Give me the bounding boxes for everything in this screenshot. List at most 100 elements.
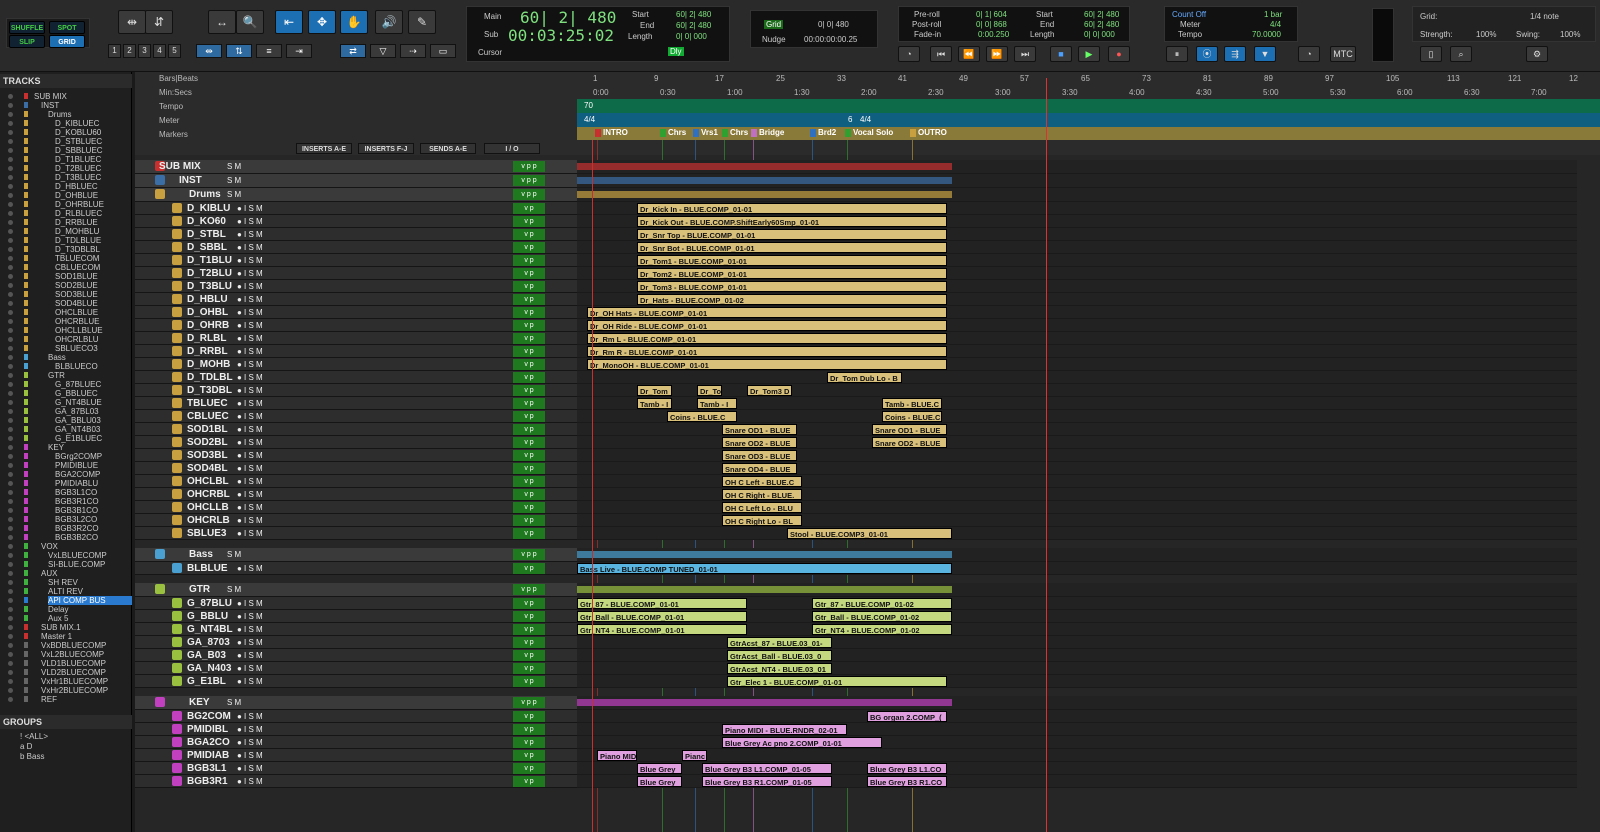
track-list-item[interactable]: VLD2BLUECOMP [41, 668, 106, 677]
track-list-item[interactable]: SH REV [48, 578, 78, 587]
track-visible-toggle[interactable] [8, 157, 13, 162]
go-to-end-icon[interactable]: ⏭ [1014, 46, 1036, 62]
io-volume-pan[interactable]: v p [513, 229, 545, 240]
play-icon[interactable]: ▶ [1078, 46, 1100, 62]
track-header[interactable]: D_TDLBL ● I S M v p [135, 371, 577, 384]
track-name[interactable]: G_NT4BL [187, 624, 233, 635]
track-name[interactable]: TBLUEC [187, 398, 228, 409]
track-name[interactable]: D_HBLU [187, 294, 228, 305]
grid-button[interactable]: GRID [49, 35, 85, 48]
fadein-label[interactable]: Fade-in [914, 30, 941, 39]
io-volume-pan[interactable]: v p [513, 359, 545, 370]
track-type-icon[interactable] [172, 637, 182, 647]
track-visible-toggle[interactable] [8, 697, 13, 702]
track-header[interactable]: D_HBLU ● I S M v p [135, 293, 577, 306]
track-list-item[interactable]: D_T2BLUEC [55, 164, 101, 173]
track-name[interactable]: SBLUE3 [187, 528, 226, 539]
io-volume-pan[interactable]: v p [513, 528, 545, 539]
track-list-item[interactable]: SUB MIX [34, 92, 67, 101]
track-type-icon[interactable] [172, 359, 182, 369]
fast-forward-icon[interactable]: ⏩ [986, 46, 1008, 62]
track-visible-toggle[interactable] [8, 265, 13, 270]
track-name[interactable]: OHCLLB [187, 502, 229, 513]
transport-start-value[interactable]: 60| 2| 480 [1084, 10, 1119, 19]
link-timeline-icon[interactable]: ⇹ [196, 44, 222, 58]
track-list-item[interactable]: BLBLUECO [55, 362, 98, 371]
audio-clip[interactable]: Gtr_Elec 1 - BLUE.COMP_01-01 [727, 676, 947, 687]
track-visible-toggle[interactable] [8, 175, 13, 180]
playhead[interactable] [1046, 78, 1047, 832]
track-list-item[interactable]: BGB3B2CO [55, 533, 98, 542]
meter-value-marker-1[interactable]: 4/4 [584, 115, 595, 124]
track-visible-toggle[interactable] [8, 112, 13, 117]
track-visible-toggle[interactable] [8, 274, 13, 279]
audio-clip[interactable]: Dr_Snr Bot - BLUE.COMP_01-01 [637, 242, 947, 253]
audio-clip[interactable]: Bass Live - BLUE.COMP TUNED_01-01 [577, 563, 952, 574]
track-header[interactable]: BGB3R1 ● I S M v p [135, 775, 577, 788]
folder-track-header[interactable]: Drums S M v p p [135, 188, 577, 202]
audio-clip[interactable]: Tamb - BLUE.C [882, 398, 942, 409]
track-visible-toggle[interactable] [8, 220, 13, 225]
track-type-icon[interactable] [172, 776, 182, 786]
audio-clip[interactable]: GtrAcst_Ball - BLUE.03_0 [727, 650, 832, 661]
solo-mute-buttons[interactable]: ● I S M [237, 438, 263, 447]
audio-clip[interactable]: Dr_MonoOH - BLUE.COMP_01-01 [587, 359, 947, 370]
io-volume-pan[interactable]: v p [513, 437, 545, 448]
io-header[interactable]: I / O [484, 143, 540, 154]
track-list-item[interactable]: D_KOBLU60 [55, 128, 101, 137]
return-to-zero-icon[interactable]: ⏮ [930, 46, 952, 62]
io-volume-pan[interactable]: v p [513, 502, 545, 513]
track-list-item[interactable]: G_NT4BLUE [55, 398, 102, 407]
solo-mute-buttons[interactable]: S M [227, 176, 241, 185]
track-name[interactable]: D_OHRB [187, 320, 229, 331]
track-name[interactable]: SOD3BL [187, 450, 228, 461]
track-visible-toggle[interactable] [8, 148, 13, 153]
io-volume-pan[interactable]: v p [513, 268, 545, 279]
track-header[interactable]: GA_8703 ● I S M v p [135, 636, 577, 649]
track-list-item[interactable]: BGB3R2CO [55, 524, 99, 533]
track-visible-toggle[interactable] [8, 616, 13, 621]
track-list-item[interactable]: BGrg2COMP [55, 452, 102, 461]
track-visible-toggle[interactable] [8, 328, 13, 333]
countoff-label[interactable]: Count Off [1172, 10, 1206, 19]
io-volume-pan[interactable]: v p p [513, 161, 545, 172]
main-counter-value[interactable]: 60| 2| 480 [520, 8, 616, 27]
marker-chrs[interactable]: Chrs [722, 126, 748, 139]
solo-mute-buttons[interactable]: ● I S M [237, 412, 263, 421]
track-name[interactable]: D_MOHB [187, 359, 230, 370]
track-list-item[interactable]: GTR [48, 371, 65, 380]
folder-track-header[interactable]: GTR S M v p p [135, 583, 577, 597]
track-list-item[interactable]: VOX [41, 542, 58, 551]
track-list-item[interactable]: G_BBLUEC [55, 389, 98, 398]
track-name[interactable]: BGA2CO [187, 737, 230, 748]
track-name[interactable]: D_T2BLU [187, 268, 232, 279]
solo-mute-buttons[interactable]: S M [227, 698, 241, 707]
marker-brd2[interactable]: Brd2 [810, 126, 836, 139]
folder-expand-icon[interactable] [155, 697, 165, 707]
audio-clip[interactable]: Blue Grey Ac pno 2.COMP_01-01 [722, 737, 882, 748]
solo-mute-buttons[interactable]: ● I S M [237, 295, 263, 304]
track-visible-toggle[interactable] [8, 364, 13, 369]
tempo-ruler-band[interactable] [577, 99, 1600, 113]
track-visible-toggle[interactable] [8, 301, 13, 306]
solo-mute-buttons[interactable]: ● I S M [237, 738, 263, 747]
midi-merge-icon[interactable]: ⏸ [1166, 46, 1188, 62]
track-header[interactable]: D_SBBL ● I S M v p [135, 241, 577, 254]
track-type-icon[interactable] [172, 502, 182, 512]
track-list-item[interactable]: D_KIBLUEC [55, 119, 99, 128]
track-type-icon[interactable] [172, 229, 182, 239]
audio-clip[interactable]: Piano MIDI - BLUE.RNDR_02-01 [722, 724, 847, 735]
solo-mute-buttons[interactable]: ● I S M [237, 464, 263, 473]
io-volume-pan[interactable]: v p [513, 450, 545, 461]
track-list-item[interactable]: PMIDIABLU [55, 479, 98, 488]
track-type-icon[interactable] [172, 268, 182, 278]
track-header[interactable]: OHCLBL ● I S M v p [135, 475, 577, 488]
track-visible-toggle[interactable] [8, 292, 13, 297]
track-type-icon[interactable] [172, 563, 182, 573]
pencil-tool-icon[interactable]: ✎ [408, 10, 436, 34]
delay-compensation-label[interactable]: Dly [668, 47, 684, 56]
track-list-item[interactable]: Aux 5 [48, 614, 68, 623]
io-volume-pan[interactable]: v p [513, 307, 545, 318]
track-type-icon[interactable] [172, 489, 182, 499]
track-type-icon[interactable] [172, 663, 182, 673]
